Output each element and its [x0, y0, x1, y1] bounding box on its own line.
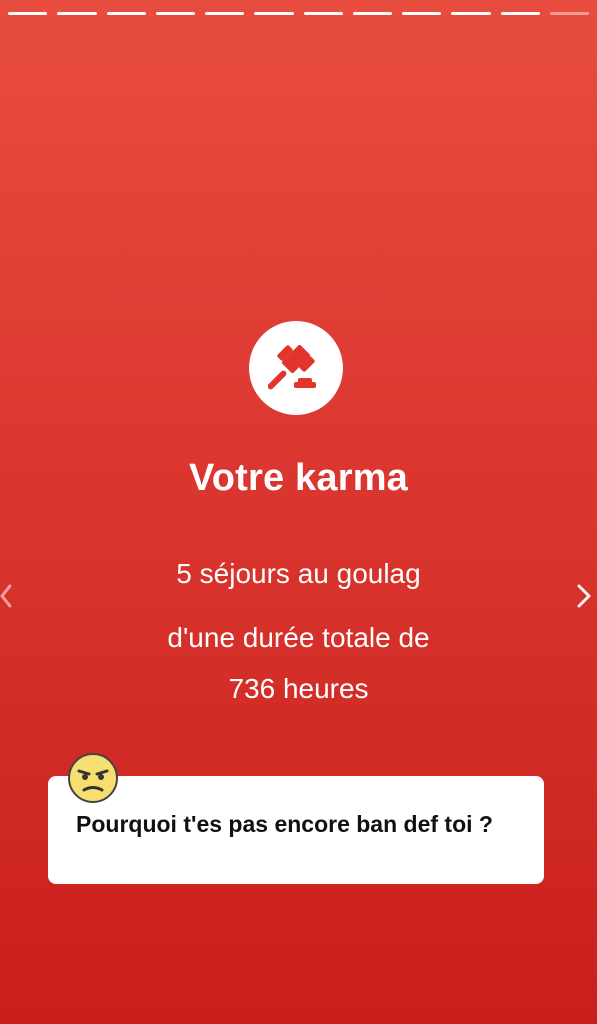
progress-segment — [402, 12, 442, 15]
story-screen: Votre karma 5 séjours au goulag d'une du… — [0, 0, 597, 1024]
stays-label: séjours au goulag — [199, 558, 421, 589]
stays-count: 5 — [176, 558, 192, 589]
gavel-icon — [268, 344, 316, 390]
story-progress-bar — [0, 12, 597, 16]
stays-summary: 5 séjours au goulag — [0, 558, 597, 590]
duration-label: d'une durée totale de — [167, 622, 430, 653]
duration-hours: 736 — [228, 673, 276, 704]
duration-unit: heures — [282, 673, 369, 704]
progress-segment — [106, 12, 146, 15]
progress-segment — [352, 12, 392, 15]
progress-segment — [303, 12, 343, 15]
progress-segment — [205, 12, 245, 15]
comment-card: Pourquoi t'es pas encore ban def toi ? — [48, 776, 544, 884]
angry-face-icon — [66, 753, 120, 803]
progress-segment — [254, 12, 294, 15]
progress-segment-current — [549, 12, 589, 15]
progress-segment — [155, 12, 195, 15]
gavel-badge — [249, 321, 343, 415]
comment-text: Pourquoi t'es pas encore ban def toi ? — [76, 811, 493, 837]
progress-segment — [57, 12, 97, 15]
progress-segment — [8, 12, 48, 15]
page-title: Votre karma — [188, 457, 409, 499]
progress-segment — [451, 12, 491, 15]
progress-segment — [500, 12, 540, 15]
duration-summary: 736 heures — [0, 673, 597, 705]
